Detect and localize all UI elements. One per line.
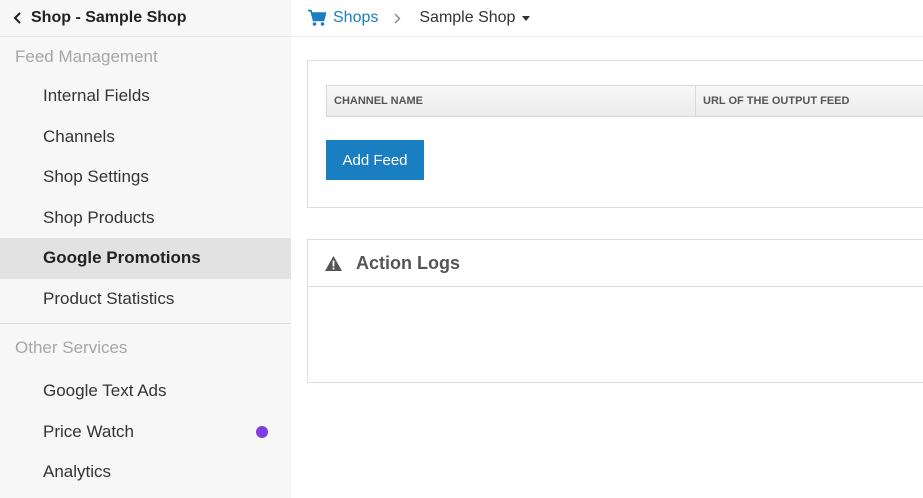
sidebar-item-analytics[interactable]: Analytics	[0, 452, 291, 493]
sidebar: Shop - Sample Shop Feed Management Inter…	[0, 0, 291, 498]
sidebar-item-label: Internal Fields	[43, 86, 150, 106]
caret-down-icon	[522, 15, 531, 21]
sidebar-item-label: Google Text Ads	[43, 381, 167, 401]
breadcrumb-shops-link[interactable]: Shops	[307, 9, 378, 27]
sidebar-item-product-statistics[interactable]: Product Statistics	[0, 279, 291, 320]
chevron-left-icon[interactable]	[10, 11, 24, 25]
add-feed-button[interactable]: Add Feed	[326, 140, 424, 180]
action-logs-title: Action Logs	[356, 252, 460, 273]
notification-dot	[256, 425, 268, 438]
sidebar-title: Shop - Sample Shop	[31, 9, 187, 26]
feed-panel: CHANNEL NAME URL OF THE OUTPUT FEED Add …	[307, 60, 923, 208]
sidebar-item-label: Google Promotions	[43, 248, 201, 268]
breadcrumb-current-label: Sample Shop	[419, 9, 516, 26]
sidebar-section-other-services: Other Services	[15, 337, 128, 357]
sidebar-item-label: Price Watch	[43, 421, 135, 441]
sidebar-item-label: Shop Products	[43, 207, 155, 227]
column-header-output-feed-url[interactable]: URL OF THE OUTPUT FEED	[696, 86, 849, 116]
warning-icon	[325, 255, 342, 271]
sidebar-item-shop-products[interactable]: Shop Products	[0, 198, 291, 239]
breadcrumb-root-label: Shops	[333, 9, 379, 26]
sidebar-item-internal-fields[interactable]: Internal Fields	[0, 76, 291, 117]
sidebar-item-label: Analytics	[43, 462, 112, 482]
shop-selector-dropdown[interactable]: Sample Shop	[419, 9, 531, 27]
sidebar-item-google-promotions[interactable]: Google Promotions	[0, 238, 291, 279]
cart-icon	[308, 9, 327, 26]
sidebar-item-shop-settings[interactable]: Shop Settings	[0, 157, 291, 198]
sidebar-item-label: Shop Settings	[43, 167, 149, 187]
sidebar-item-label: Product Statistics	[43, 288, 175, 308]
sidebar-item-price-watch[interactable]: Price Watch	[0, 412, 291, 453]
sidebar-header[interactable]: Shop - Sample Shop	[0, 0, 291, 37]
action-logs-panel: Action Logs	[307, 239, 923, 383]
sidebar-item-google-text-ads[interactable]: Google Text Ads	[0, 371, 291, 412]
feed-table-header: CHANNEL NAME URL OF THE OUTPUT FEED	[326, 85, 923, 117]
chevron-right-icon	[394, 13, 401, 24]
sidebar-section-feed-management: Feed Management	[15, 46, 158, 66]
column-header-channel-name[interactable]: CHANNEL NAME	[327, 86, 696, 116]
sidebar-item-label: Channels	[43, 126, 115, 146]
action-logs-header: Action Logs	[308, 240, 923, 287]
breadcrumb: Shops Sample Shop	[291, 0, 923, 37]
sidebar-item-channels[interactable]: Channels	[0, 117, 291, 158]
